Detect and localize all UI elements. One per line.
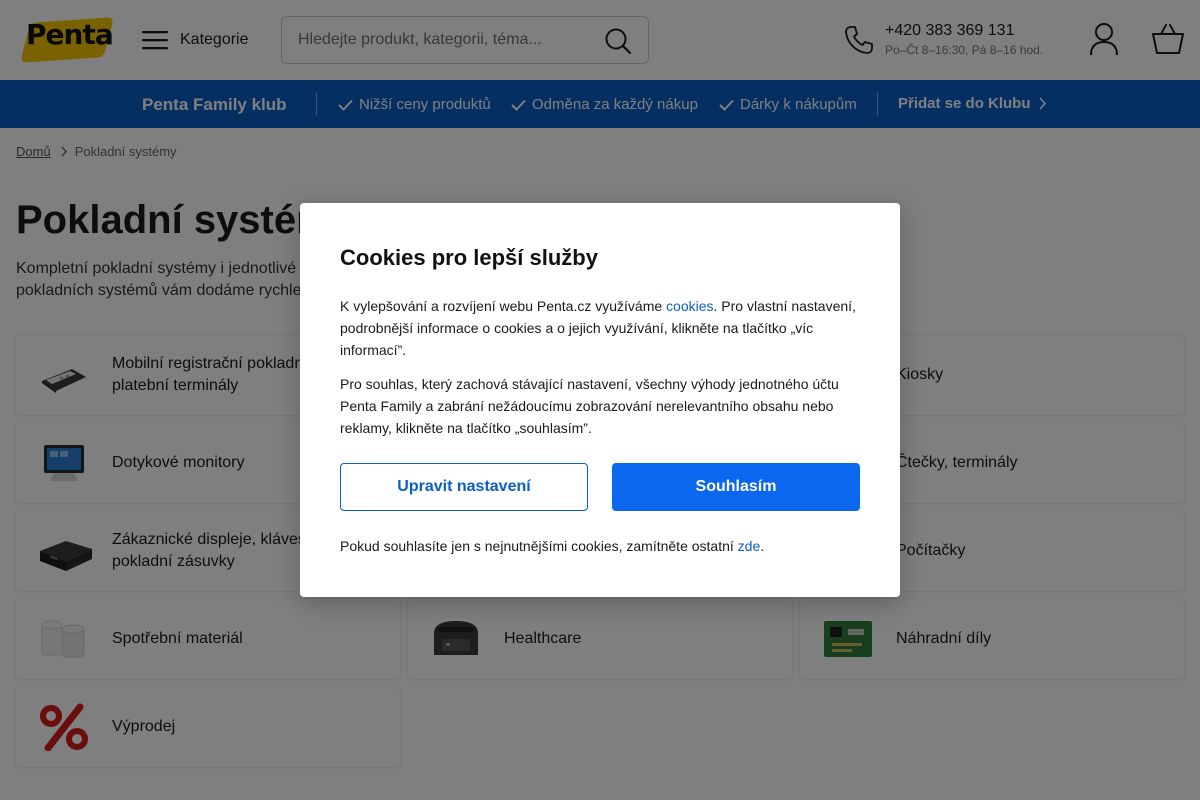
cookies-link[interactable]: cookies <box>666 298 713 314</box>
adjust-settings-button[interactable]: Upravit nastavení <box>340 463 588 511</box>
reject-cookies-text: Pokud souhlasíte jen s nejnutnějšími coo… <box>340 538 765 554</box>
reject-cookies-link[interactable]: zde <box>738 538 761 554</box>
cookie-info-text: K vylepšování a rozvíjení webu Penta.cz … <box>340 298 856 358</box>
accept-cookies-button[interactable]: Souhlasím <box>612 463 860 511</box>
cookie-consent-dialog: Cookies pro lepší služby K vylepšování a… <box>300 203 900 597</box>
cookie-dialog-title: Cookies pro lepší služby <box>340 245 598 270</box>
cookie-consent-text: Pro souhlas, který zachová stávající nas… <box>340 376 839 436</box>
